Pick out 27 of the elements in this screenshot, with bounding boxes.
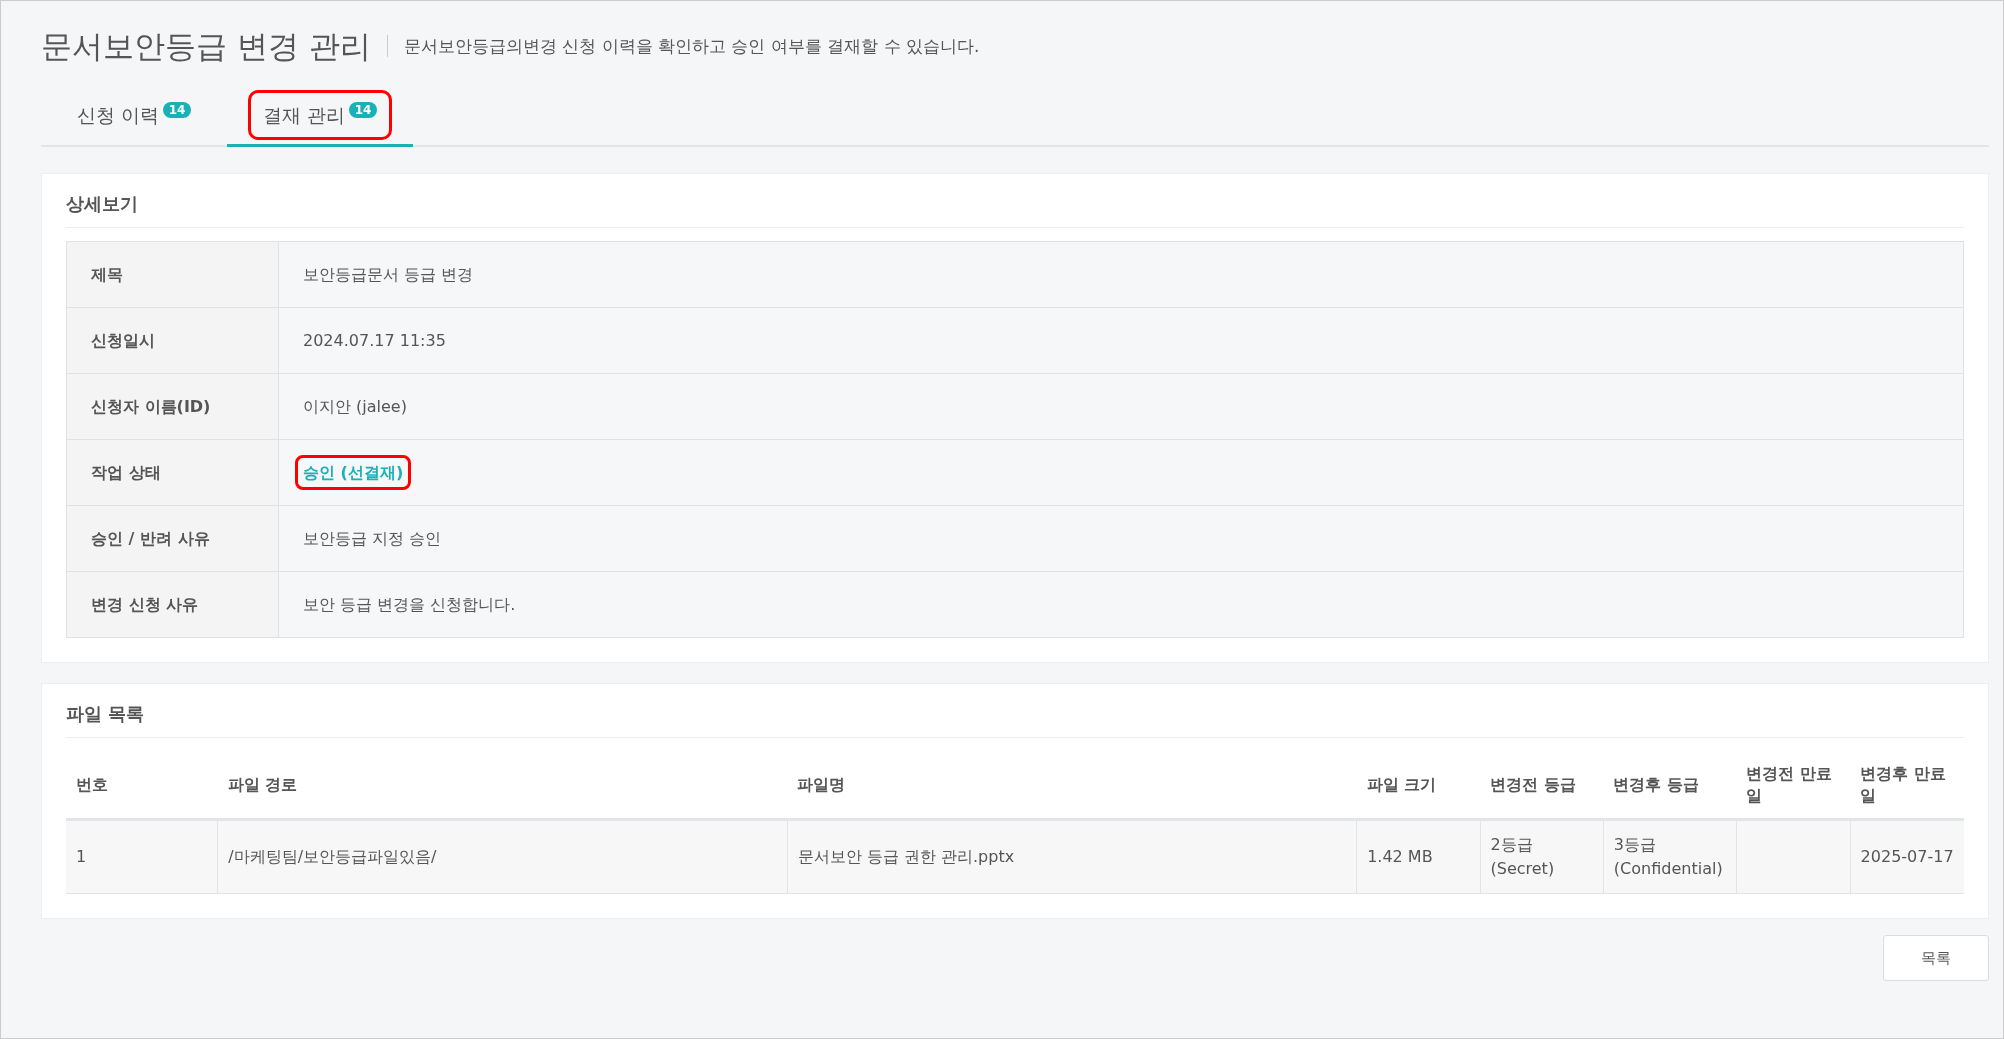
field-label: 작업 상태	[66, 439, 279, 506]
field-value: 이지안 (jalee)	[302, 395, 408, 418]
field-value: 보안 등급 변경을 신청합니다.	[302, 593, 517, 616]
page-description: 문서보안등급의변경 신청 이력을 확인하고 승인 여부를 결재할 수 있습니다.	[403, 34, 980, 58]
field-value: 보안등급 지정 승인	[302, 527, 443, 550]
field-value: 보안등급문서 등급 변경	[302, 263, 475, 286]
page-title: 문서보안등급 변경 관리	[41, 27, 371, 66]
section-heading: 파일 목록	[66, 700, 1964, 738]
status-text: 승인 (선결재)	[295, 454, 412, 490]
table-cell: 1	[66, 819, 218, 894]
table-cell: 2등급 (Secret)	[1480, 819, 1604, 894]
field-label: 신청일시	[66, 307, 279, 374]
table-cell: 2025-07-17	[1850, 819, 1964, 894]
table-cell: 문서보안 등급 권한 관리.pptx	[787, 819, 1357, 894]
table-cell: 1.42 MB	[1356, 819, 1480, 894]
field-value: 2024.07.17 11:35	[302, 329, 447, 352]
table-cell: 3등급 (Confidential)	[1603, 819, 1737, 894]
list-button[interactable]: 목록	[1883, 934, 1989, 981]
field-label: 변경 신청 사유	[66, 571, 279, 638]
field-label: 신청자 이름(ID)	[66, 373, 279, 440]
field-label: 제목	[66, 241, 279, 308]
section-heading: 상세보기	[66, 190, 1964, 228]
field-label: 승인 / 반려 사유	[66, 505, 279, 572]
tab[interactable]: 신청 이력 14	[41, 87, 227, 147]
count-badge: 14	[162, 101, 192, 118]
table-cell: /마케팅팀/보안등급파일있음/	[217, 819, 788, 894]
count-badge: 14	[348, 101, 378, 118]
